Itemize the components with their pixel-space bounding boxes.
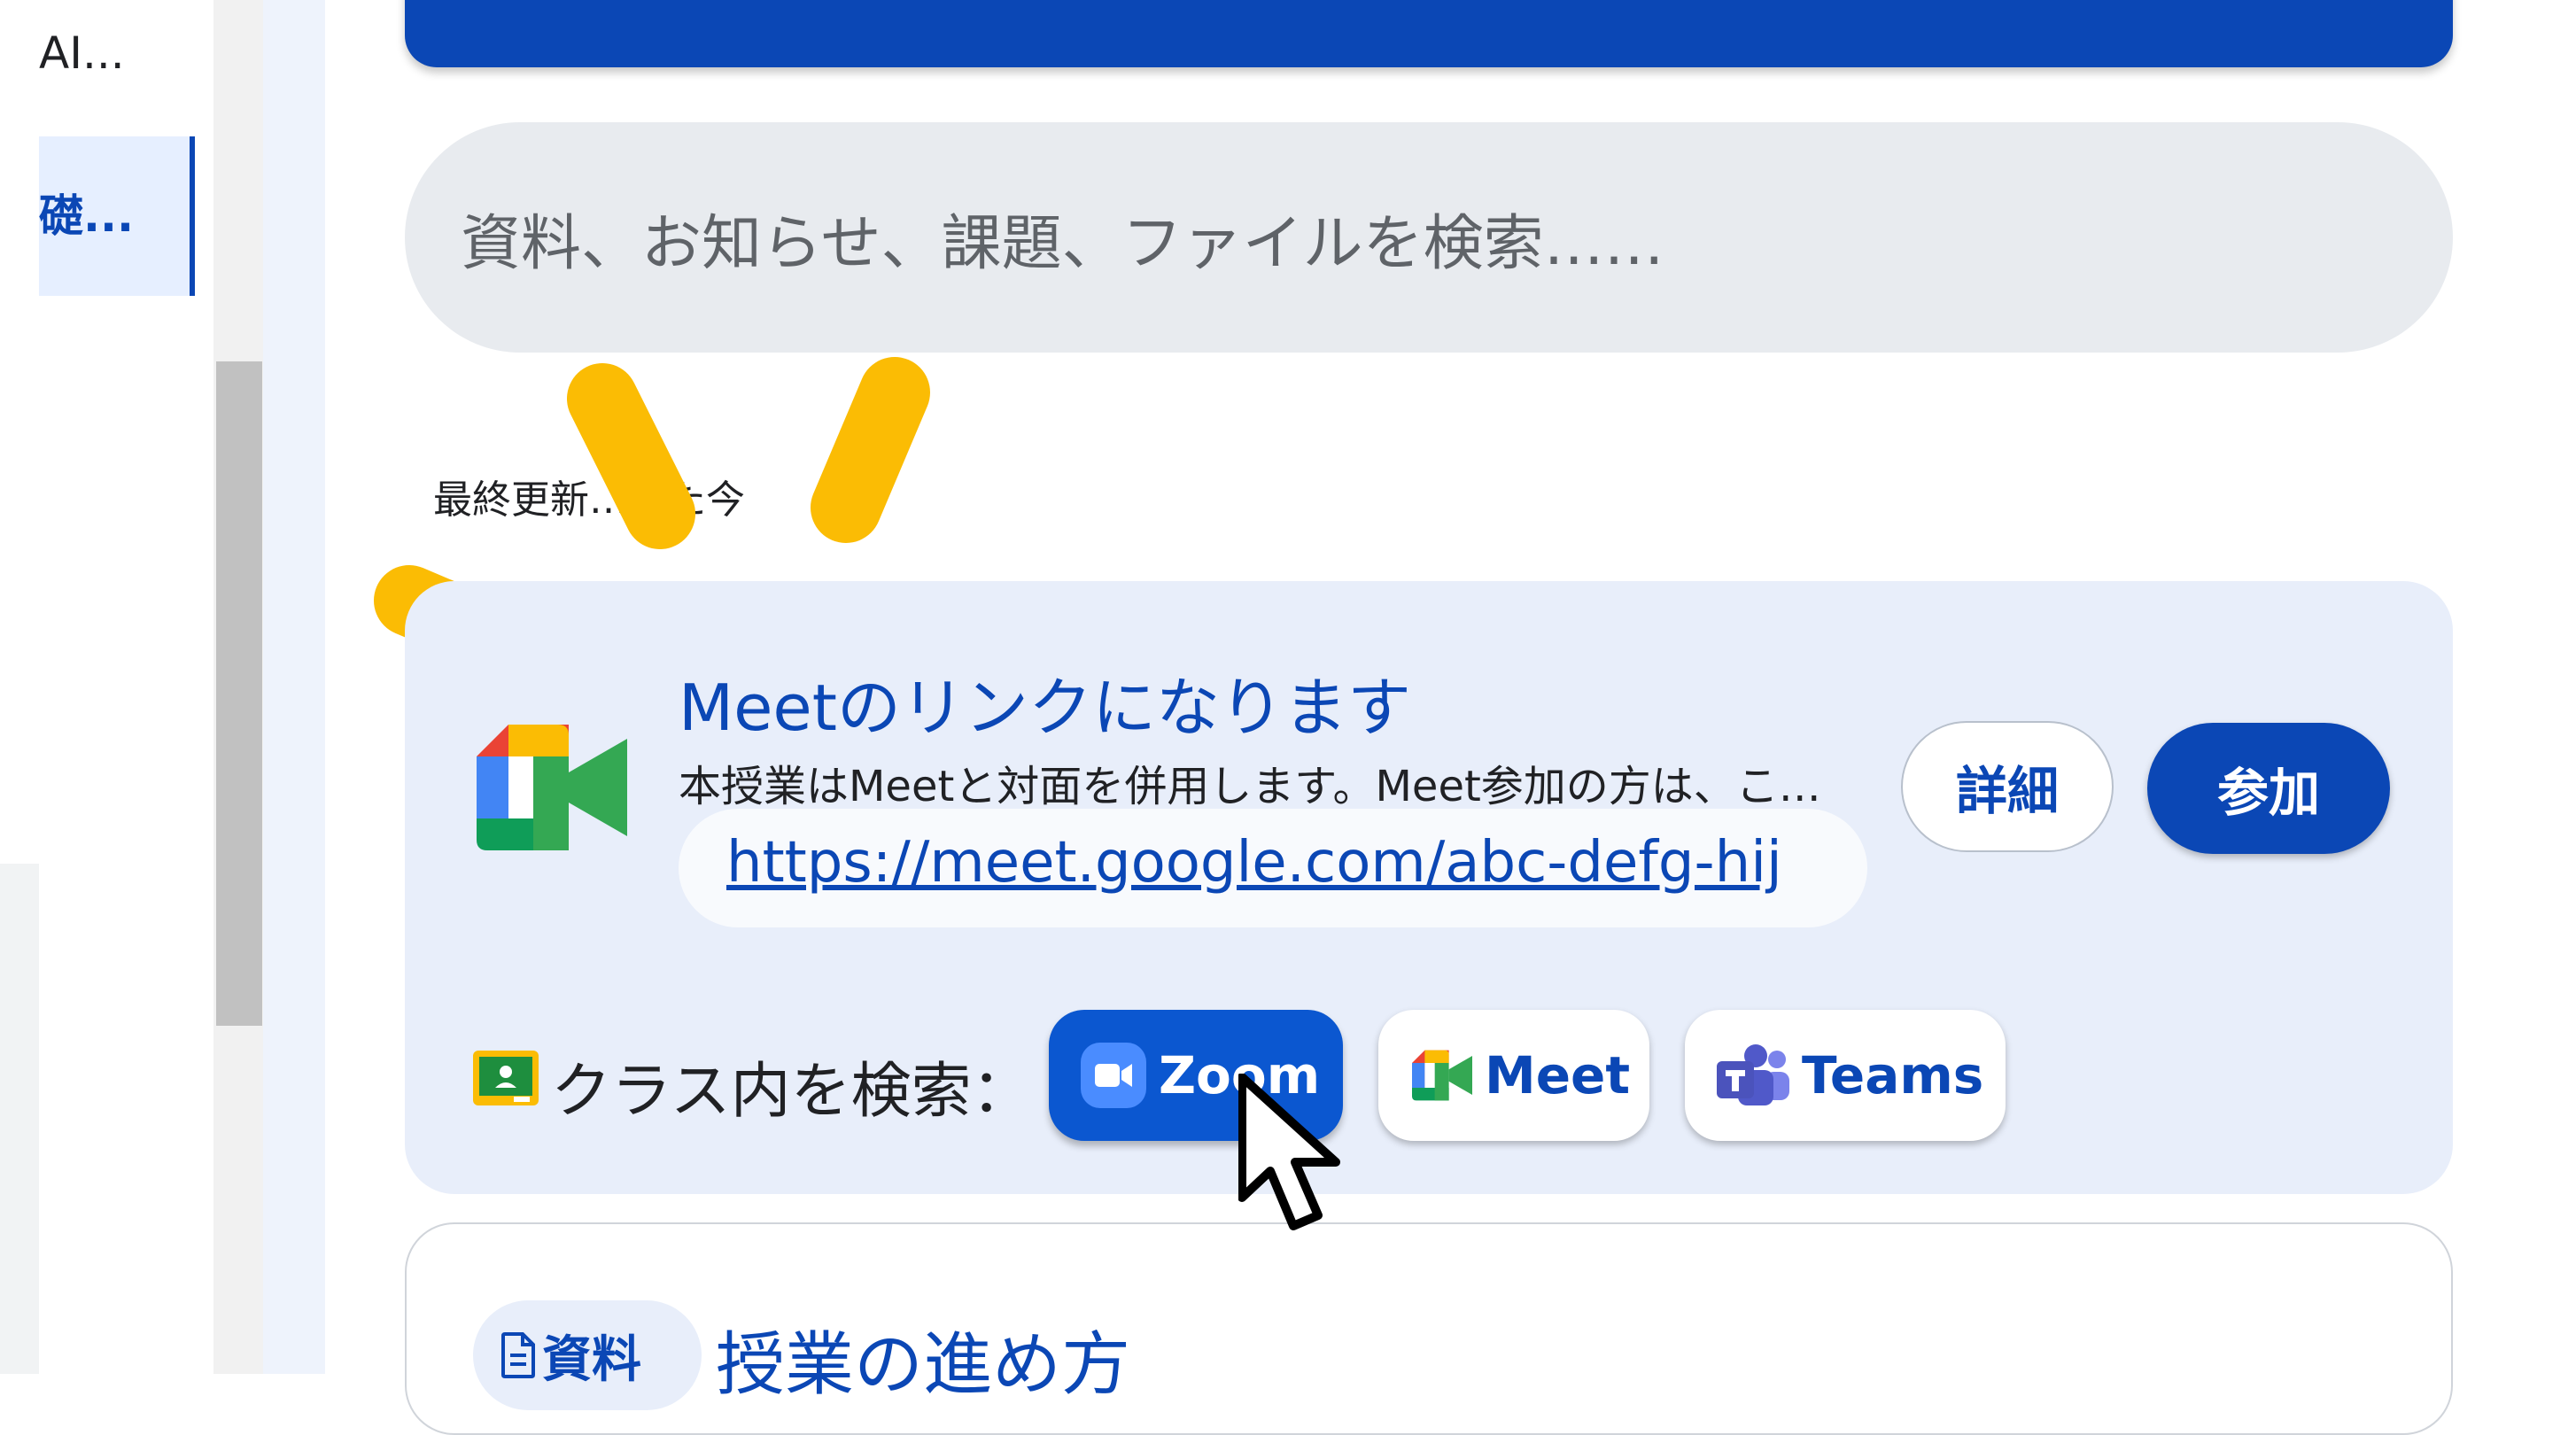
material-title[interactable]: 授業の進め方 <box>716 1309 1130 1408</box>
meeting-card-title[interactable]: Meetのリンクになります <box>679 655 1411 749</box>
search-in-class-label: クラス内を検索： <box>551 1057 1032 1127</box>
meet-search-button[interactable]: Meet <box>1378 1010 1649 1141</box>
details-button[interactable]: 詳細 <box>1901 721 2114 852</box>
meeting-card-description: 本授業はMeetと対面を併用します。Meet参加の方は、こ… <box>679 762 1821 811</box>
meeting-url-link[interactable]: https://meet.google.com/abc-defg-hij <box>726 830 1782 896</box>
material-badge: 資料 <box>473 1300 702 1410</box>
meet-label: Meet <box>1485 1045 1631 1105</box>
material-badge-label: 資料 <box>542 1330 641 1389</box>
teams-search-button[interactable]: Teams <box>1685 1010 2006 1141</box>
join-button[interactable]: 参加 <box>2147 723 2390 854</box>
emphasis-stroke <box>567 363 695 549</box>
join-button-label: 参加 <box>2216 763 2320 823</box>
google-meet-logo-icon <box>477 725 627 850</box>
zoom-icon <box>1081 1043 1146 1108</box>
google-meet-icon <box>1412 1050 1472 1101</box>
teams-label: Teams <box>1802 1045 1984 1105</box>
details-button-label: 詳細 <box>1955 761 2059 821</box>
mouse-cursor-icon <box>1238 1074 1340 1230</box>
document-icon <box>501 1332 535 1378</box>
google-classroom-icon <box>473 1051 539 1105</box>
microsoft-teams-icon <box>1717 1044 1789 1105</box>
material-card[interactable] <box>405 1222 2453 1435</box>
emphasis-stroke <box>811 357 930 543</box>
